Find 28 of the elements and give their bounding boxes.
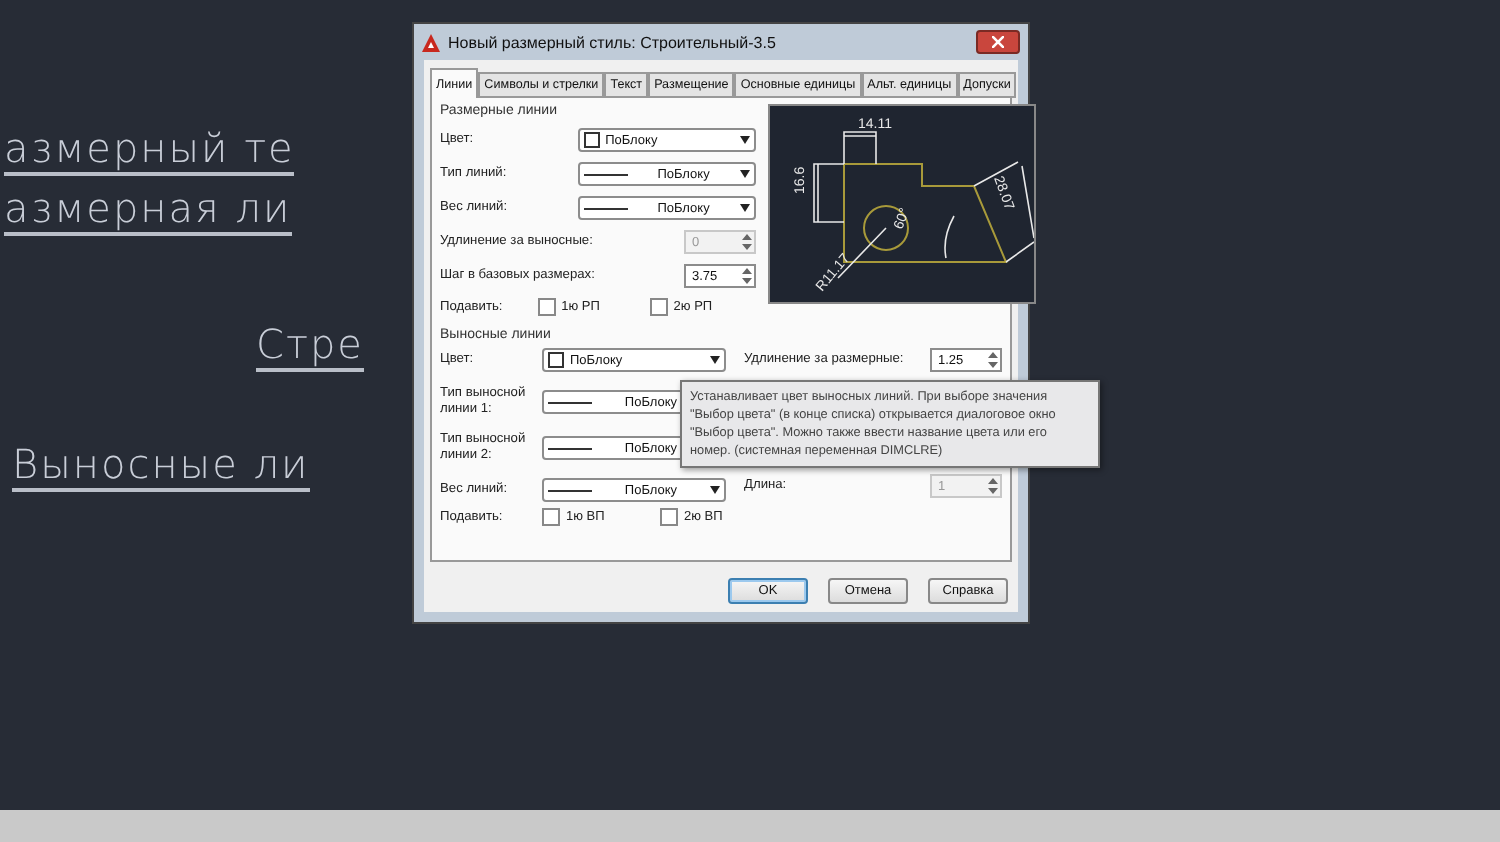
caret-icon	[710, 356, 720, 364]
caret-icon	[739, 204, 750, 212]
checkbox[interactable]	[649, 298, 668, 316]
line-sample-icon	[548, 401, 592, 403]
line-sample-icon	[548, 489, 592, 491]
canvas-label: Выносные ли	[12, 440, 310, 492]
app-icon	[422, 33, 440, 51]
close-button[interactable]	[976, 30, 1020, 54]
line-sample-icon	[583, 173, 628, 175]
close-icon	[992, 36, 1004, 48]
spin-arrows-icon	[740, 232, 754, 252]
color-swatch-icon	[583, 132, 600, 148]
caret-icon	[709, 486, 720, 494]
caret-icon	[740, 136, 750, 144]
caret-icon	[739, 170, 750, 178]
checkbox[interactable]	[660, 508, 678, 526]
canvas-label: азмерная ли	[4, 184, 292, 236]
spin-arrows-icon	[740, 266, 754, 286]
line-sample-icon	[548, 447, 592, 449]
line-sample-icon	[583, 207, 628, 209]
color-swatch-icon	[548, 352, 564, 368]
checkbox[interactable]	[542, 508, 560, 526]
checkbox[interactable]	[537, 298, 556, 316]
canvas-label: Стре	[256, 320, 364, 372]
canvas-label: азмерный те	[4, 124, 295, 176]
spin-arrows-icon	[986, 350, 1000, 370]
spin-arrows-icon	[986, 476, 1000, 496]
window-title: Новый размерный стиль: Строительный-3.5	[448, 33, 776, 51]
